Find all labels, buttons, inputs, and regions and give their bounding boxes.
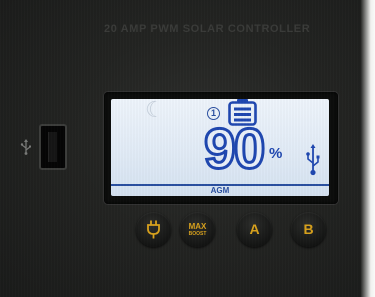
usb-icon	[306, 144, 320, 176]
background-edge	[361, 0, 375, 297]
max-button-sublabel: BOOST	[188, 231, 207, 237]
max-button-label: MAX	[188, 222, 207, 231]
battery-type-label: AGM	[210, 186, 230, 195]
battery-level-bar	[234, 107, 251, 111]
max-boost-button[interactable]: MAX BOOST	[180, 212, 215, 247]
usb-side-icon	[20, 139, 31, 155]
device-title: 20 AMP PWM SOLAR CONTROLLER	[104, 23, 311, 35]
a-button[interactable]: A	[237, 212, 272, 247]
a-button-label: A	[249, 221, 260, 237]
usb-port-tongue	[48, 132, 57, 162]
b-button-label: B	[303, 221, 314, 237]
moon-icon: ☾	[145, 99, 165, 122]
battery-percentage-value: 90	[202, 117, 266, 181]
lcd-screen: ☾ 1 90 % AGM	[111, 99, 329, 196]
controller-faceplate: 20 AMP PWM SOLAR CONTROLLER ☾ 1 90 % AGM…	[0, 0, 375, 297]
b-button[interactable]: B	[291, 212, 326, 247]
battery-level-bar	[234, 113, 251, 116]
percent-unit: %	[269, 145, 283, 162]
power-button[interactable]	[136, 212, 171, 247]
plug-icon	[147, 220, 160, 239]
usb-port[interactable]	[39, 124, 67, 170]
